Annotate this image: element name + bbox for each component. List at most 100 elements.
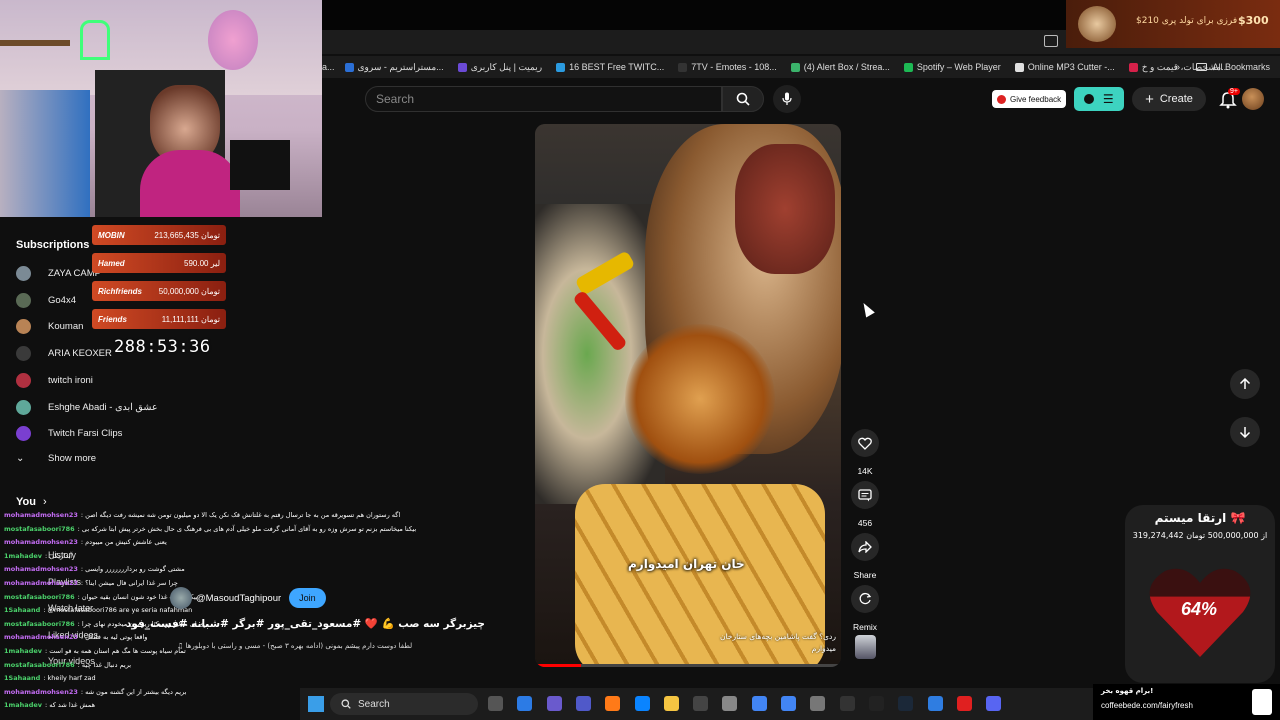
chat-text: : چرا سر غذا ایرانی فال میشن اینا؟	[80, 579, 178, 587]
bookmark-label: Spotify – Web Player	[916, 62, 1001, 72]
taskbar-search[interactable]: Search	[330, 693, 478, 715]
search-icon	[341, 699, 351, 709]
search-input[interactable]: Search	[365, 86, 722, 112]
search-button[interactable]	[722, 86, 764, 112]
chat-text: : واقعا پوتی لیه به فلنکل	[80, 633, 148, 642]
mouse-cursor-icon	[859, 300, 875, 318]
chat-message: mohamadmohsen23: بریم دیگه بیشتر از این …	[4, 688, 186, 696]
video-overlay-caption: خان تهران امیدوارم	[628, 557, 745, 571]
firefox-icon[interactable]	[605, 696, 621, 711]
video-progress-bar[interactable]	[535, 664, 841, 667]
chat-username: 1mahadev	[4, 551, 42, 560]
bookmark-item[interactable]: ریمیت | پنل کاربری	[457, 62, 542, 73]
chevron-right-icon[interactable]: »	[1174, 62, 1180, 73]
subscription-label: twitch ironi	[48, 374, 93, 386]
bookmark-label: (4) Alert Box / Strea...	[803, 62, 890, 72]
windows-start-icon[interactable]	[308, 696, 324, 712]
chat-message: mostafasaboori786: بریم دنبال غذا چیه	[4, 661, 131, 669]
channel-name[interactable]: @MasoudTaghipour	[196, 593, 281, 604]
next-video-button[interactable]	[1230, 417, 1260, 447]
media-icon[interactable]	[868, 696, 884, 711]
windows-taskbar: Search	[300, 688, 1093, 720]
bookmark-item[interactable]: 16 BEST Free TWITC...	[556, 62, 664, 73]
chrome-2-icon[interactable]	[781, 696, 796, 711]
teams-icon[interactable]	[575, 696, 591, 711]
files-icon[interactable]	[517, 696, 533, 711]
audio-track[interactable]: ♫ لطفا دوست دارم پیشم بمونی (ادامه بهره …	[177, 642, 412, 650]
webcam-chair	[0, 90, 90, 217]
comments-button[interactable]: 456	[851, 481, 879, 528]
chat-message: mohamadmohsen23: یعنی عاشش کنیش من میبود…	[4, 538, 167, 546]
vivaldi-icon[interactable]	[956, 696, 972, 711]
like-button[interactable]: 14K	[851, 429, 879, 476]
edge-icon[interactable]	[634, 696, 650, 711]
chat-username: mohamadmohsen23	[4, 579, 78, 587]
shorts-video-player[interactable]: خان تهران امیدوارم ردی؟ گفت پاشامین بچه‌…	[535, 124, 841, 667]
sound-thumbnail[interactable]	[855, 635, 876, 659]
join-button[interactable]: Join	[289, 588, 326, 608]
subscription-item[interactable]: Eshghe Abadi - عشق ابدی	[16, 399, 158, 415]
subscription-item[interactable]: Twitch Farsi Clips	[16, 426, 123, 442]
chat-text: : آبداریکی	[45, 551, 73, 560]
explorer-icon[interactable]	[663, 696, 679, 711]
settings-icon[interactable]	[810, 696, 826, 711]
bookmark-item[interactable]: Spotify – Web Player	[903, 62, 1001, 73]
subscription-item[interactable]: ARIA KEOXER	[16, 346, 112, 362]
top-donor-row: MOBIN 213,665,435 تومان	[92, 225, 226, 245]
webcam-fairy-decal	[208, 10, 258, 70]
webcam-person-body	[140, 150, 240, 217]
chat-username: mohamadmohsen23	[4, 687, 78, 696]
store-icon[interactable]	[693, 696, 709, 711]
arrow-up-icon	[1239, 378, 1251, 389]
webcam-shelf	[0, 40, 70, 46]
remix-button[interactable]: Remix	[851, 585, 879, 632]
create-button[interactable]: + Create	[1132, 87, 1206, 111]
give-feedback-button[interactable]: Give feedback	[992, 90, 1066, 108]
subscription-item[interactable]: twitch ironi	[16, 372, 93, 388]
account-avatar[interactable]	[1242, 88, 1264, 110]
chrome-icon[interactable]	[751, 696, 767, 711]
video-title[interactable]: چیزبرگر سه صب 💪 ❤️ #مسعود_تقی_پور #برگر …	[0, 617, 485, 630]
subscription-item[interactable]: Kouman	[16, 319, 83, 335]
all-bookmarks[interactable]: All Bookmarks	[1196, 62, 1270, 72]
show-more-button[interactable]: ⌄ Show more	[16, 453, 96, 464]
comment-count: 456	[857, 518, 873, 528]
donor-amount: 50,000,000 تومان	[158, 286, 220, 296]
copilot-icon[interactable]	[546, 696, 562, 711]
voice-search-button[interactable]	[773, 85, 801, 113]
channel-avatar[interactable]	[170, 587, 192, 609]
subscriptions-heading: Subscriptions	[16, 239, 90, 251]
bookmark-favicon-icon	[1014, 62, 1024, 72]
comment-icon	[858, 488, 872, 501]
bookmark-item[interactable]: Online MP3 Cutter -...	[1014, 62, 1115, 73]
chat-username: 1mahadev	[4, 701, 42, 710]
top-donor-row: Hamed 590.00 لیر	[92, 253, 226, 273]
vscode-icon[interactable]	[927, 696, 943, 711]
chat-text: : اگه رستوران هم تسویرقه من به جا ترسال …	[80, 511, 401, 519]
app-icon[interactable]	[722, 696, 738, 711]
video-progress-fill	[535, 664, 581, 667]
share-button[interactable]: Share	[851, 533, 879, 580]
obs-icon[interactable]	[839, 696, 855, 711]
cast-icon[interactable]	[1044, 35, 1058, 47]
subscription-item[interactable]: ZAYA CAMP	[16, 266, 101, 281]
chat-message: mohamadmohsen23: واقعا پوتی لیه به فلنکل	[4, 633, 147, 641]
chat-message: 1mahadev: همش غذا شد که	[4, 701, 95, 709]
subscription-label: Twitch Farsi Clips	[48, 428, 123, 440]
bookmark-item[interactable]: مستراستریم - سروی...	[344, 62, 444, 73]
discord-icon[interactable]	[986, 696, 1002, 711]
subscription-item[interactable]: Go4x4	[16, 292, 76, 308]
extension-menu-button[interactable]: ☰	[1074, 87, 1124, 111]
channel-avatar	[16, 346, 31, 362]
steam-icon[interactable]	[898, 696, 914, 711]
you-heading[interactable]: You ›	[16, 496, 47, 508]
bookmark-item[interactable]: 7TV - Emotes - 108...	[678, 62, 777, 73]
previous-video-button[interactable]	[1230, 369, 1260, 399]
bookmark-overflow-left[interactable]: a...	[322, 62, 335, 72]
video-subtitle-line-2: میدوارم	[811, 644, 836, 653]
windows-icon[interactable]	[488, 696, 503, 711]
all-bookmarks-label: All Bookmarks	[1212, 62, 1270, 72]
bookmark-item[interactable]: (4) Alert Box / Strea...	[790, 62, 890, 73]
chevron-down-icon: ⌄	[16, 453, 25, 464]
donor-amount: 11,111,111 تومان	[161, 314, 220, 324]
